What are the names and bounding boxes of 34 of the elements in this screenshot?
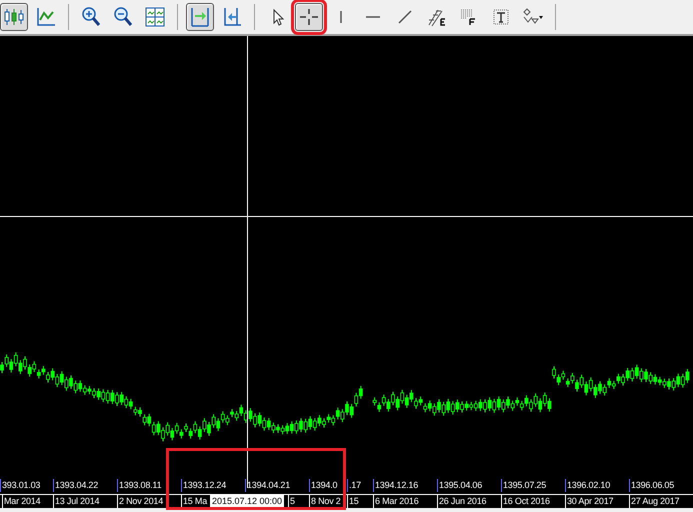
fibonacci-grid-icon — [460, 10, 476, 26]
axis-label: 1394.0 — [309, 479, 338, 492]
zoom-out-icon — [114, 7, 132, 26]
vertical-line-icon — [340, 11, 342, 23]
axis-label: 1396.02.10 — [565, 479, 610, 492]
trend-line-icon — [398, 10, 412, 24]
tile-windows-icon — [146, 8, 164, 26]
line-chart-icon — [37, 8, 55, 26]
candles-tool-button[interactable] — [0, 3, 28, 31]
axis-label: 1394.04.21 — [245, 479, 290, 492]
axis-label: 1393.08.11 — [117, 479, 162, 492]
autoscroll-icon — [191, 7, 209, 27]
axis-label: 1395.04.06 — [437, 479, 482, 492]
horizontal-line-icon — [366, 16, 380, 18]
cursor-icon — [274, 8, 284, 26]
axis-label: 1396.06.05 — [629, 479, 674, 492]
crosshair-time-label: 2015.07.12 00:00 — [210, 495, 284, 508]
axis-label: 1394.12.16 — [373, 479, 418, 492]
crosshair-icon — [299, 8, 319, 26]
axis-label: 393.01.03 — [0, 479, 40, 492]
axis-label: 5 — [288, 495, 295, 508]
autoscroll-tool-button[interactable] — [186, 3, 214, 31]
chart-shift-icon — [224, 7, 242, 26]
axis-label: 1395.07.25 — [501, 479, 546, 492]
arrows-icon — [523, 8, 543, 24]
axis-label: 1393.04.22 — [53, 479, 98, 492]
axis-label: 1393.12.24 — [181, 479, 226, 492]
candlestick-icon — [4, 8, 24, 26]
zoom-in-icon — [82, 7, 100, 26]
axis-label: 8 Nov 2 — [309, 495, 341, 508]
text-tool-icon — [494, 10, 508, 24]
axis-label: 15 Ma — [181, 495, 208, 508]
axis-label: .17 — [347, 479, 361, 492]
fibonacci-channel-icon — [428, 10, 446, 26]
